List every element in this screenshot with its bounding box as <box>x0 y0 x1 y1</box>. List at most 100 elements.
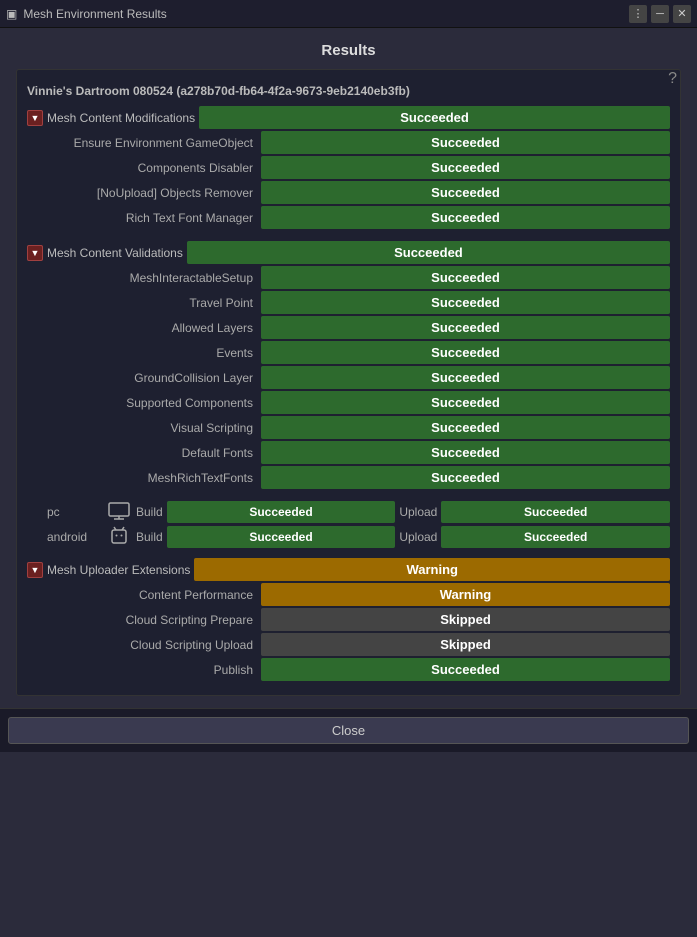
mesh-content-modifications-section: ▼ Mesh Content Modifications Succeeded E… <box>27 106 670 229</box>
pc-build-upload: Build Succeeded Upload Succeeded <box>136 501 670 523</box>
platform-android-label: android <box>47 530 102 544</box>
validations-status: Succeeded <box>187 241 670 264</box>
table-row: Default Fonts Succeeded <box>47 441 670 464</box>
pc-upload-status: Succeeded <box>441 501 670 523</box>
table-row: Allowed Layers Succeeded <box>47 316 670 339</box>
extensions-label: Mesh Uploader Extensions <box>47 563 190 577</box>
table-row: Travel Point Succeeded <box>47 291 670 314</box>
row-status: Succeeded <box>261 366 670 389</box>
row-status: Succeeded <box>261 416 670 439</box>
table-row: Cloud Scripting Upload Skipped <box>47 633 670 656</box>
title-bar-text: Mesh Environment Results <box>23 7 166 21</box>
close-window-button[interactable]: ✕ <box>673 5 691 23</box>
android-upload-status: Succeeded <box>441 526 670 548</box>
validations-header-row: ▼ Mesh Content Validations Succeeded <box>27 241 670 264</box>
row-label: Rich Text Font Manager <box>47 211 257 225</box>
row-status: Succeeded <box>261 341 670 364</box>
title-bar-controls: ⋮ ─ ✕ <box>629 5 691 23</box>
row-status: Succeeded <box>261 441 670 464</box>
page-title: Results <box>16 28 681 69</box>
platform-section: pc Build Succeeded Upload Succeeded <box>47 501 670 548</box>
row-status: Succeeded <box>261 391 670 414</box>
table-row: Visual Scripting Succeeded <box>47 416 670 439</box>
row-label: Cloud Scripting Prepare <box>47 613 257 627</box>
table-row: Supported Components Succeeded <box>47 391 670 414</box>
mesh-uploader-extensions-section: ▼ Mesh Uploader Extensions Warning Conte… <box>27 558 670 681</box>
help-icon[interactable]: ? <box>668 70 677 88</box>
modifications-header-row: ▼ Mesh Content Modifications Succeeded <box>27 106 670 129</box>
row-label: Events <box>47 346 257 360</box>
row-status: Succeeded <box>261 658 670 681</box>
platform-pc-row: pc Build Succeeded Upload Succeeded <box>47 501 670 523</box>
platform-android-icon <box>108 525 130 548</box>
table-row: Publish Succeeded <box>47 658 670 681</box>
main-window: Results ? Vinnie's Dartroom 080524 (a278… <box>0 28 697 752</box>
android-build-status: Succeeded <box>167 526 396 548</box>
row-status: Succeeded <box>261 131 670 154</box>
row-label: Cloud Scripting Upload <box>47 638 257 652</box>
mesh-content-validations-section: ▼ Mesh Content Validations Succeeded Mes… <box>27 241 670 489</box>
table-row: Components Disabler Succeeded <box>47 156 670 179</box>
table-row: MeshRichTextFonts Succeeded <box>47 466 670 489</box>
row-status: Succeeded <box>261 266 670 289</box>
row-status: Warning <box>261 583 670 606</box>
title-bar: ▣ Mesh Environment Results ⋮ ─ ✕ <box>0 0 697 28</box>
upload-label: Upload <box>399 530 437 544</box>
validations-rows: MeshInteractableSetup Succeeded Travel P… <box>47 266 670 489</box>
row-label: MeshInteractableSetup <box>47 271 257 285</box>
validations-label: Mesh Content Validations <box>47 246 183 260</box>
extensions-rows: Content Performance Warning Cloud Script… <box>47 583 670 681</box>
row-label: Supported Components <box>47 396 257 410</box>
row-status: Succeeded <box>261 181 670 204</box>
table-row: Content Performance Warning <box>47 583 670 606</box>
row-label: Content Performance <box>47 588 257 602</box>
row-label: Visual Scripting <box>47 421 257 435</box>
title-bar-left: ▣ Mesh Environment Results <box>6 7 167 21</box>
validations-collapse-button[interactable]: ▼ <box>27 245 43 261</box>
row-label: Publish <box>47 663 257 677</box>
row-status: Succeeded <box>261 466 670 489</box>
menu-button[interactable]: ⋮ <box>629 5 647 23</box>
row-label: [NoUpload] Objects Remover <box>47 186 257 200</box>
platform-android-row: android Build Succeeded Upload Succeeded <box>47 525 670 548</box>
table-row: Ensure Environment GameObject Succeeded <box>47 131 670 154</box>
close-button[interactable]: Close <box>8 717 689 744</box>
modifications-rows: Ensure Environment GameObject Succeeded … <box>47 131 670 229</box>
extensions-status: Warning <box>194 558 670 581</box>
row-status: Succeeded <box>261 316 670 339</box>
build-label: Build <box>136 530 163 544</box>
row-status: Succeeded <box>261 156 670 179</box>
minimize-button[interactable]: ─ <box>651 5 669 23</box>
row-label: Components Disabler <box>47 161 257 175</box>
platform-pc-label: pc <box>47 505 102 519</box>
build-label: Build <box>136 505 163 519</box>
table-row: GroundCollision Layer Succeeded <box>47 366 670 389</box>
row-label: Allowed Layers <box>47 321 257 335</box>
table-row: Cloud Scripting Prepare Skipped <box>47 608 670 631</box>
row-status: Skipped <box>261 608 670 631</box>
row-status: Succeeded <box>261 291 670 314</box>
table-row: Rich Text Font Manager Succeeded <box>47 206 670 229</box>
window-icon: ▣ <box>6 7 17 21</box>
row-label: Default Fonts <box>47 446 257 460</box>
row-status: Succeeded <box>261 206 670 229</box>
pc-build-status: Succeeded <box>167 501 396 523</box>
android-build-upload: Build Succeeded Upload Succeeded <box>136 526 670 548</box>
row-label: Ensure Environment GameObject <box>47 136 257 150</box>
row-label: MeshRichTextFonts <box>47 471 257 485</box>
modifications-label: Mesh Content Modifications <box>47 111 195 125</box>
table-row: Events Succeeded <box>47 341 670 364</box>
modifications-status: Succeeded <box>199 106 670 129</box>
extensions-header-row: ▼ Mesh Uploader Extensions Warning <box>27 558 670 581</box>
row-label: Travel Point <box>47 296 257 310</box>
close-bar: Close <box>0 708 697 752</box>
extensions-collapse-button[interactable]: ▼ <box>27 562 43 578</box>
platform-pc-icon <box>108 502 130 523</box>
row-status: Skipped <box>261 633 670 656</box>
modifications-collapse-button[interactable]: ▼ <box>27 110 43 126</box>
table-row: [NoUpload] Objects Remover Succeeded <box>47 181 670 204</box>
upload-label: Upload <box>399 505 437 519</box>
table-row: MeshInteractableSetup Succeeded <box>47 266 670 289</box>
results-panel: Vinnie's Dartroom 080524 (a278b70d-fb64-… <box>16 69 681 696</box>
environment-title: Vinnie's Dartroom 080524 (a278b70d-fb64-… <box>27 80 670 106</box>
